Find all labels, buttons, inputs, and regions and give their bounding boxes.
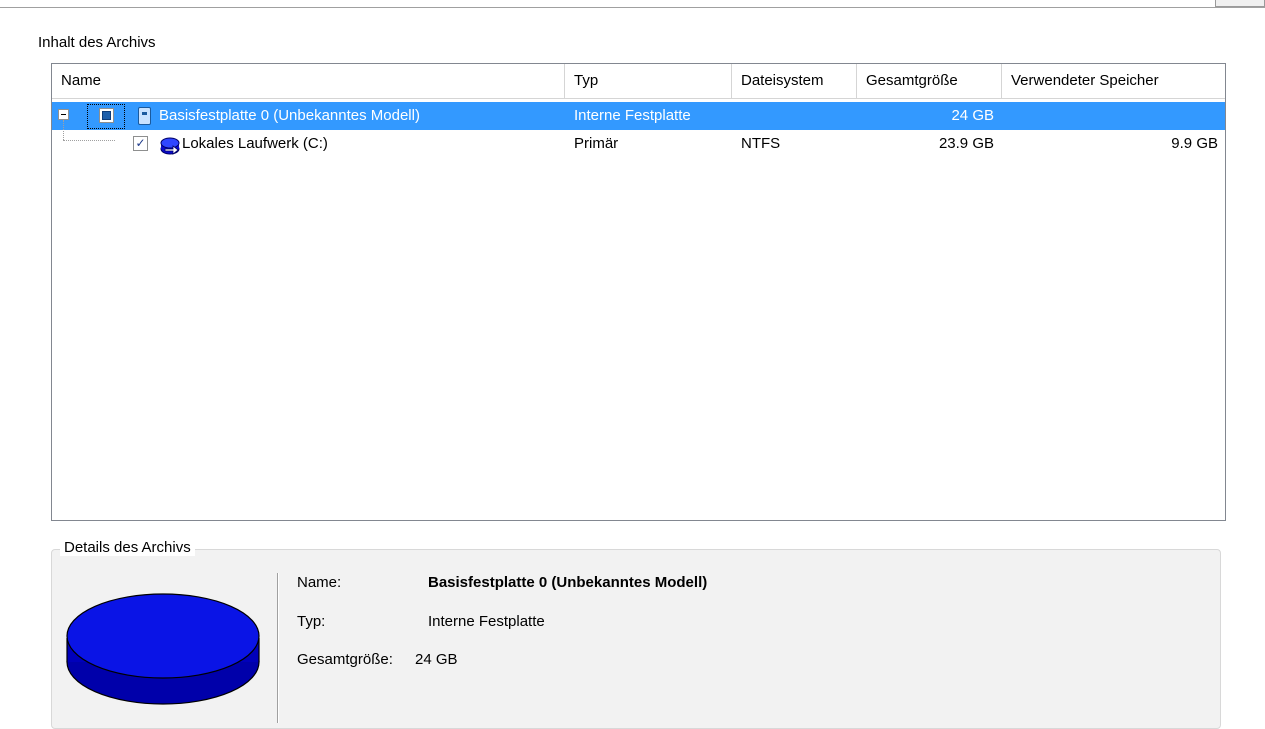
hard-disk-icon (138, 107, 151, 125)
content-section-title: Inhalt des Archivs (38, 34, 156, 51)
detail-type-label: Typ: (297, 613, 326, 630)
row-used-space (1002, 102, 1218, 130)
row-total-size: 24 GB (951, 107, 994, 124)
archive-contents-list[interactable]: Name Typ Dateisystem Gesamtgröße Verwend… (51, 63, 1226, 521)
list-header: Name Typ Dateisystem Gesamtgröße Verwend… (52, 64, 1225, 99)
column-header-filesystem[interactable]: Dateisystem (732, 64, 857, 98)
column-header-type[interactable]: Typ (565, 64, 732, 98)
row-type: Primär (574, 135, 619, 152)
column-header-used-space[interactable]: Verwendeter Speicher (1002, 64, 1225, 98)
row-type: Interne Festplatte (574, 107, 691, 124)
row-used-space: 9.9 GB (1171, 135, 1218, 152)
partition-icon (160, 137, 180, 155)
row-total-size: 23.9 GB (938, 135, 994, 152)
row-filesystem: NTFS (741, 135, 781, 152)
detail-name-label: Name: (297, 574, 342, 591)
detail-name-value: Basisfestplatte 0 (Unbekanntes Modell) (428, 574, 708, 591)
details-section-title: Details des Archivs (60, 539, 195, 556)
details-separator (277, 573, 279, 723)
top-right-button[interactable] (1215, 0, 1265, 7)
row-name: Basisfestplatte 0 (Unbekanntes Modell) (159, 107, 420, 124)
column-header-total-size[interactable]: Gesamtgröße (857, 64, 1002, 98)
row-checkbox-checked[interactable]: ✓ (133, 136, 148, 151)
collapse-minus-icon[interactable] (58, 109, 69, 120)
detail-size-label: Gesamtgröße: (297, 651, 393, 668)
disk-platter-icon (66, 593, 260, 705)
row-checkbox-partial[interactable] (99, 108, 114, 123)
window-top-border (0, 7, 1265, 8)
table-row[interactable]: Basisfestplatte 0 (Unbekanntes Modell) I… (52, 102, 1225, 130)
detail-type-value: Interne Festplatte (428, 613, 545, 630)
detail-size-value: 24 GB (415, 651, 458, 668)
row-name: Lokales Laufwerk (C:) (182, 135, 328, 152)
column-header-name[interactable]: Name (52, 64, 565, 98)
table-row[interactable]: ✓ Lokales Laufwerk (C:) Primär NTFS 23.9… (52, 130, 1225, 158)
